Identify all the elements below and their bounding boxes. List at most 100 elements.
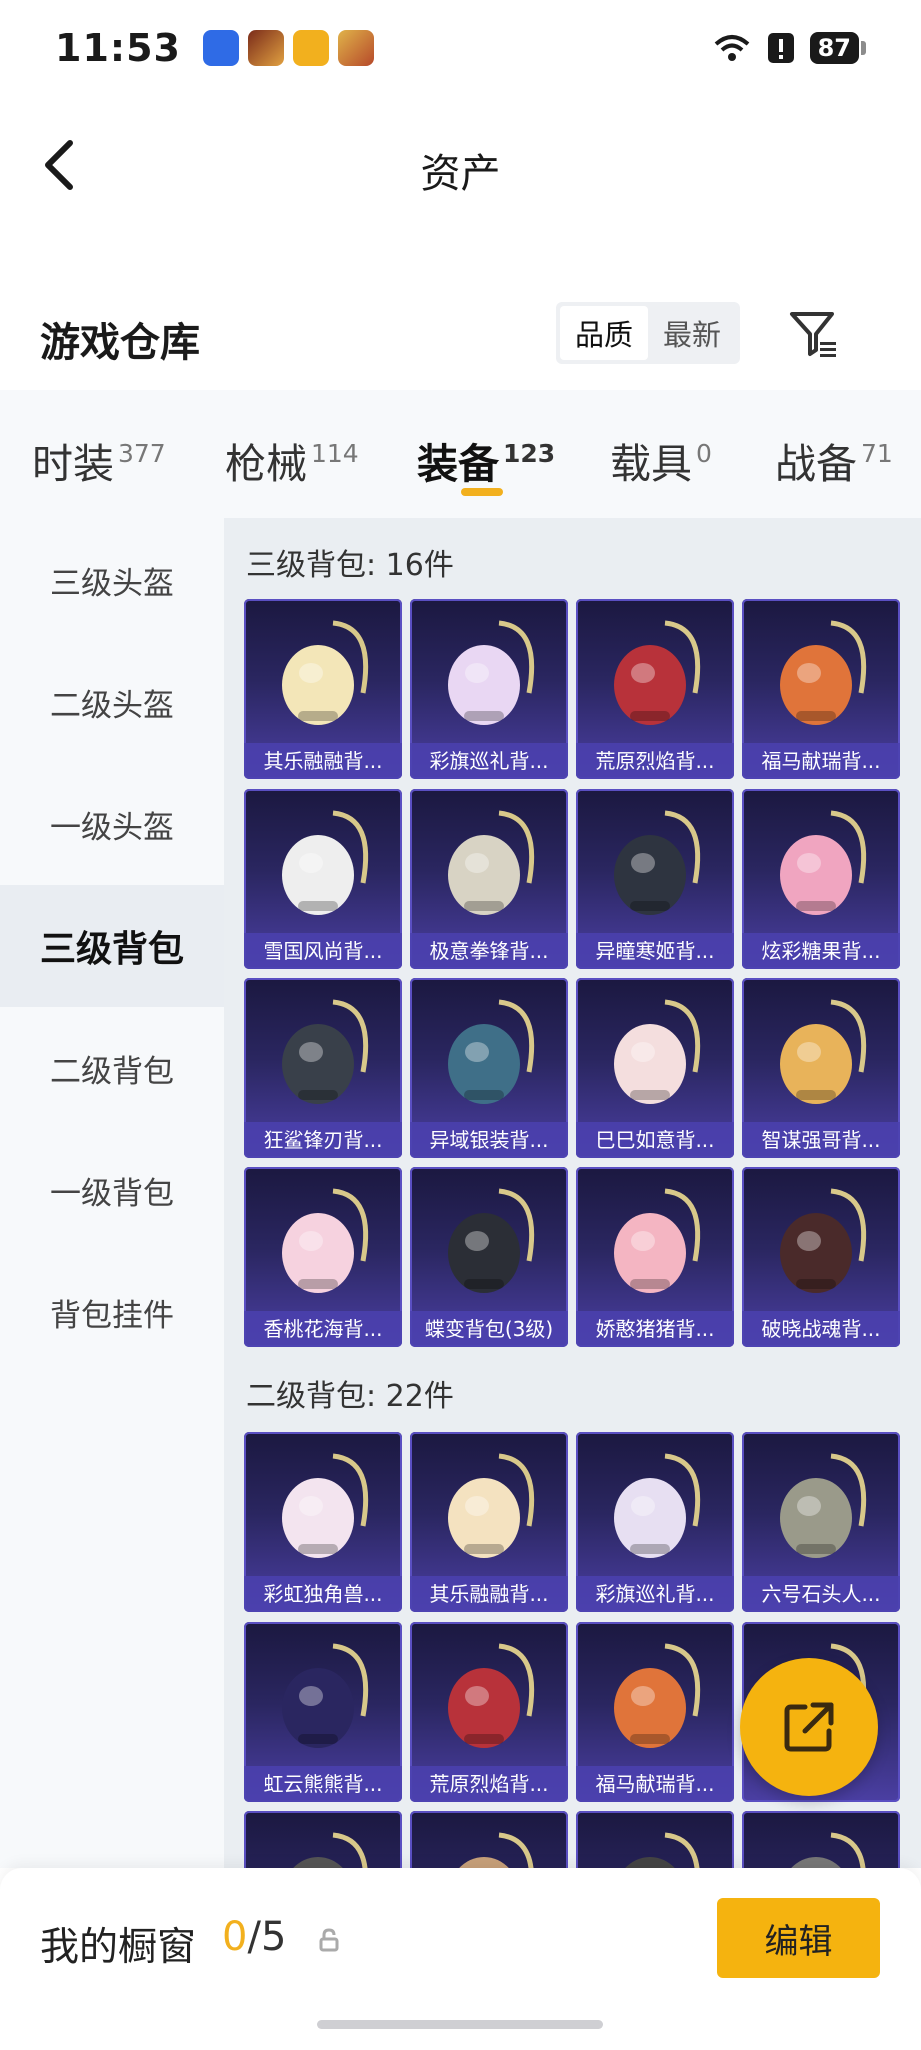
item-card[interactable]: 娇憨猪猪背... xyxy=(576,1167,734,1347)
sidebar-item-level3-backpack[interactable]: 三级背包 xyxy=(0,885,224,1007)
item-card[interactable]: 荒原烈焰背... xyxy=(410,1622,568,1802)
item-name: 荒原烈焰背... xyxy=(410,1766,568,1802)
item-card[interactable]: 六号石头人... xyxy=(742,1432,900,1612)
share-button[interactable] xyxy=(740,1658,878,1796)
item-card[interactable]: 荒原烈焰背... xyxy=(576,599,734,779)
showcase-current: 0 xyxy=(222,1914,248,1960)
item-name: 彩旗巡礼背... xyxy=(576,1576,734,1612)
tab-fashion[interactable]: 时装 377 xyxy=(32,430,166,490)
sidebar-item-level2-helmet[interactable]: 二级头盔 xyxy=(0,641,224,763)
item-name: 娇憨猪猪背... xyxy=(576,1311,734,1347)
backpack-image-icon xyxy=(448,620,535,725)
backpack-image-icon xyxy=(614,1453,701,1558)
item-card[interactable]: 巳巳如意背... xyxy=(576,978,734,1158)
backpack-image-icon xyxy=(282,1643,369,1748)
alert-icon xyxy=(767,32,794,63)
item-card[interactable]: 蝶变背包(3级) xyxy=(410,1167,568,1347)
backpack-image-icon xyxy=(293,1832,368,1868)
item-name: 雪国风尚背... xyxy=(244,933,402,969)
filter-icon[interactable] xyxy=(786,306,842,362)
sort-newest-button[interactable]: 最新 xyxy=(648,306,736,360)
item-card[interactable]: 狂鲨锋刃背... xyxy=(244,978,402,1158)
item-card[interactable]: 彩旗巡礼背... xyxy=(576,1432,734,1612)
backpack-image-icon xyxy=(780,1188,867,1293)
category-tabs: 时装 377 枪械 114 装备 123 载具 0 战备 71 xyxy=(0,390,921,518)
lightbulb-app-icon xyxy=(202,29,239,66)
item-card[interactable]: 破晓战魂背... xyxy=(742,1167,900,1347)
backpack-image-icon xyxy=(459,1832,534,1868)
item-name: 蝶变背包(3级) xyxy=(410,1311,568,1347)
backpack-image-icon xyxy=(780,1453,867,1558)
share-external-icon xyxy=(784,1702,834,1752)
home-indicator xyxy=(317,2020,603,2029)
item-name: 其乐融融背... xyxy=(410,1576,568,1612)
backpack-image-icon xyxy=(448,1453,535,1558)
item-card[interactable]: 其乐融融背... xyxy=(410,1432,568,1612)
warehouse-title: 游戏仓库 xyxy=(40,320,200,366)
item-card[interactable]: 虹云熊熊背... xyxy=(244,1622,402,1802)
tab-supplies[interactable]: 战备 71 xyxy=(775,430,893,490)
item-card[interactable] xyxy=(576,1811,734,1868)
item-name: 彩虹独角兽... xyxy=(244,1576,402,1612)
item-name: 狂鲨锋刃背... xyxy=(244,1122,402,1158)
backpack-image-icon xyxy=(282,620,369,725)
sidebar: 三级头盔 二级头盔 一级头盔 三级背包 二级背包 一级背包 背包挂件 xyxy=(0,518,224,1868)
sidebar-item-backpack-charm[interactable]: 背包挂件 xyxy=(0,1251,224,1373)
backpack-image-icon xyxy=(282,1453,369,1558)
backpack-image-icon xyxy=(780,620,867,725)
tab-equipment[interactable]: 装备 123 xyxy=(417,430,555,490)
sidebar-item-level1-helmet[interactable]: 一级头盔 xyxy=(0,763,224,885)
item-name: 炫彩糖果背... xyxy=(742,933,900,969)
item-name: 破晓战魂背... xyxy=(742,1311,900,1347)
edit-button[interactable]: 编辑 xyxy=(717,1898,880,1978)
item-card[interactable]: 香桃花海背... xyxy=(244,1167,402,1347)
tab-vehicles[interactable]: 载具 0 xyxy=(610,430,712,490)
page-title: 资产 xyxy=(420,151,501,197)
backpack-image-icon xyxy=(614,1188,701,1293)
sidebar-item-level2-backpack[interactable]: 二级背包 xyxy=(0,1007,224,1129)
nav-bar: 资产 xyxy=(0,95,921,235)
item-name: 其乐融融背... xyxy=(244,743,402,779)
sidebar-item-level1-backpack[interactable]: 一级背包 xyxy=(0,1129,224,1251)
peace-elite-app-icon xyxy=(337,29,374,66)
wifi-icon xyxy=(714,34,749,61)
sidebar-item-level3-helmet[interactable]: 三级头盔 xyxy=(0,519,224,641)
backpack-image-icon xyxy=(791,1832,866,1868)
item-name: 彩旗巡礼背... xyxy=(410,743,568,779)
item-card[interactable]: 极意拳锋背... xyxy=(410,789,568,969)
item-card[interactable]: 异域银装背... xyxy=(410,978,568,1158)
sort-quality-button[interactable]: 品质 xyxy=(560,306,648,360)
item-name: 巳巳如意背... xyxy=(576,1122,734,1158)
sort-toggle: 品质 最新 xyxy=(556,302,740,364)
item-card[interactable]: 福马献瑞背... xyxy=(576,1622,734,1802)
backpack-image-icon xyxy=(614,620,701,725)
backpack-image-icon xyxy=(614,810,701,915)
tab-weapons[interactable]: 枪械 114 xyxy=(225,430,359,490)
item-name: 福马献瑞背... xyxy=(742,743,900,779)
item-card[interactable]: 炫彩糖果背... xyxy=(742,789,900,969)
backpack-image-icon xyxy=(625,1832,700,1868)
item-name: 智谋强哥背... xyxy=(742,1122,900,1158)
backpack-image-icon xyxy=(282,810,369,915)
battery-level: 87 xyxy=(809,31,859,64)
item-card[interactable] xyxy=(244,1811,402,1868)
item-card[interactable] xyxy=(410,1811,568,1868)
item-name: 香桃花海背... xyxy=(244,1311,402,1347)
item-card[interactable]: 雪国风尚背... xyxy=(244,789,402,969)
item-card[interactable]: 福马献瑞背... xyxy=(742,599,900,779)
item-card[interactable] xyxy=(742,1811,900,1868)
item-card[interactable]: 异瞳寒姬背... xyxy=(576,789,734,969)
backpack-image-icon xyxy=(448,1188,535,1293)
item-card[interactable]: 彩虹独角兽... xyxy=(244,1432,402,1612)
backpack-image-icon xyxy=(780,810,867,915)
status-bar: 11:53 87 xyxy=(0,0,921,95)
item-name: 六号石头人... xyxy=(742,1576,900,1612)
target-app-icon xyxy=(292,29,329,66)
bottom-bar: 我的橱窗 0/5 编辑 xyxy=(0,1868,921,2050)
item-card[interactable]: 其乐融融背... xyxy=(244,599,402,779)
backpack-image-icon xyxy=(614,999,701,1104)
item-card[interactable]: 彩旗巡礼背... xyxy=(410,599,568,779)
backpack-image-icon xyxy=(282,999,369,1104)
section-title-level2: 二级背包: 22件 xyxy=(246,1379,454,1414)
item-card[interactable]: 智谋强哥背... xyxy=(742,978,900,1158)
